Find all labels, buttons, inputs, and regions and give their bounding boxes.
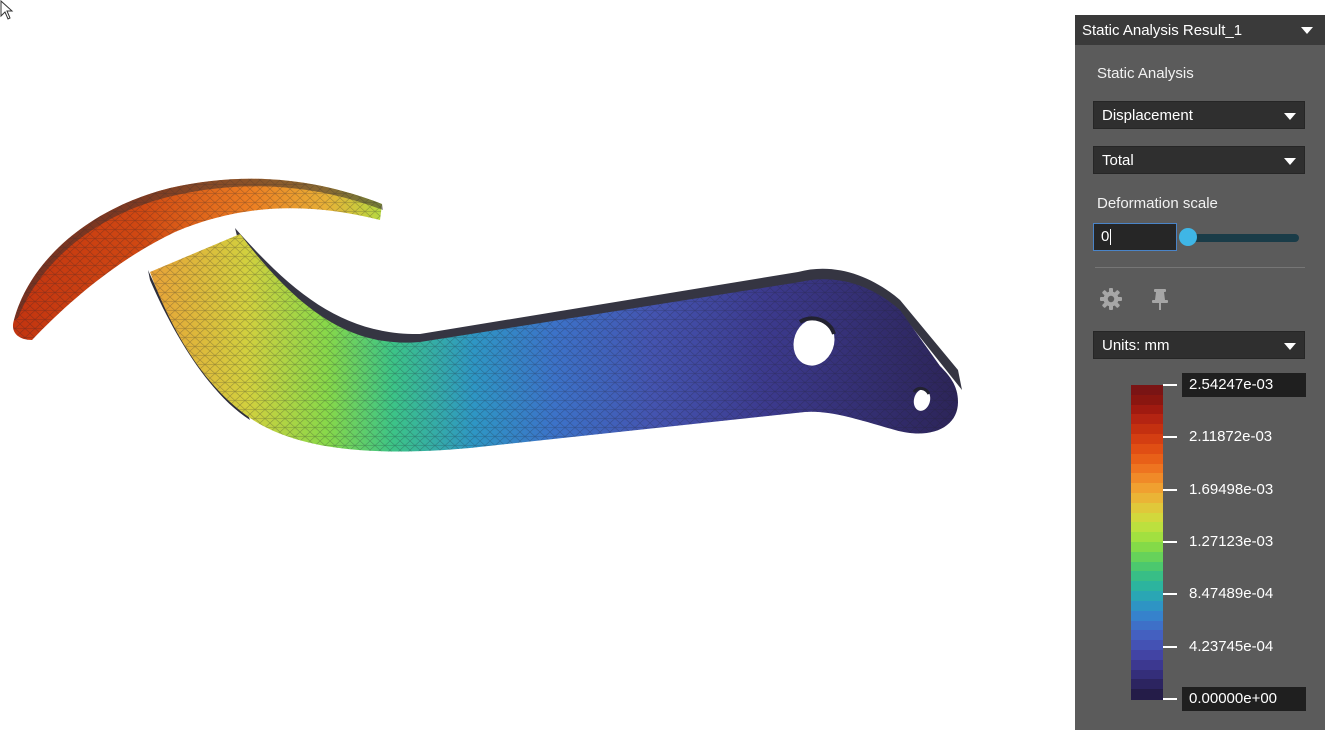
legend-tick-label: 8.47489e-04 (1189, 585, 1274, 603)
units-select[interactable]: Units: mm (1093, 331, 1305, 359)
result-panel-header[interactable]: Static Analysis Result_1 (1075, 15, 1325, 45)
legend-tick-mark (1163, 698, 1177, 700)
legend-tick-label: 1.69498e-03 (1189, 480, 1274, 498)
legend-tick-mark (1163, 541, 1177, 543)
legend-tick-label: 2.11872e-03 (1189, 428, 1273, 446)
component-value: Total (1102, 152, 1134, 169)
legend-tick-label: 1.27123e-03 (1189, 533, 1274, 550)
result-panel: Static Analysis Result_1 Static Analysis… (1075, 15, 1325, 730)
colorbar-band (1131, 689, 1163, 700)
pin-button[interactable] (1148, 287, 1172, 311)
dropdown-caret-icon (1284, 343, 1296, 350)
deformation-scale-slider-thumb[interactable] (1179, 228, 1197, 246)
mesh-model (12, 178, 962, 452)
deformation-scale-input[interactable]: 0 (1093, 223, 1177, 251)
legend-min-value[interactable]: 0.00000e+00 (1182, 687, 1306, 711)
legend-tick-mark (1163, 593, 1177, 596)
legend-tick-mark (1163, 384, 1177, 386)
dropdown-caret-icon (1301, 27, 1313, 34)
mouse-cursor-icon (0, 0, 14, 20)
dropdown-caret-icon (1284, 158, 1296, 165)
legend-tick-mark (1163, 645, 1177, 648)
deformation-scale-value: 0 (1101, 228, 1110, 245)
legend-max-value[interactable]: 2.54247e-03 (1182, 373, 1306, 397)
result-panel-title: Static Analysis Result_1 (1082, 22, 1243, 39)
legend-tick-label: 4.23745e-04 (1189, 637, 1274, 655)
component-select[interactable]: Total (1093, 146, 1305, 174)
legend-tick-mark (1163, 488, 1177, 491)
gear-icon (1100, 288, 1122, 310)
units-value: Units: mm (1102, 337, 1170, 354)
analysis-type-label: Static Analysis (1097, 65, 1194, 82)
legend-tick-mark (1163, 436, 1177, 439)
settings-button[interactable] (1099, 287, 1123, 311)
pin-icon (1152, 289, 1168, 310)
deformation-scale-slider[interactable] (1184, 234, 1299, 242)
text-caret (1110, 229, 1112, 246)
result-type-select[interactable]: Displacement (1093, 101, 1305, 129)
dropdown-caret-icon (1284, 113, 1296, 120)
legend-colorbar (1131, 385, 1163, 700)
result-type-value: Displacement (1102, 107, 1193, 124)
3d-viewport[interactable] (0, 0, 1060, 738)
deformation-scale-label: Deformation scale (1097, 195, 1218, 212)
panel-divider (1095, 267, 1305, 268)
